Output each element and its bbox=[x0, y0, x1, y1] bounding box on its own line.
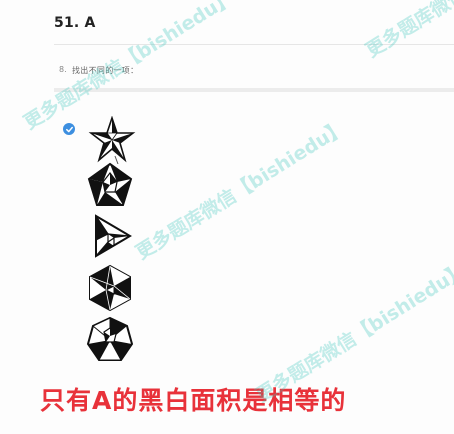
option-e[interactable] bbox=[84, 316, 136, 364]
option-c[interactable] bbox=[84, 212, 136, 260]
option-d[interactable] bbox=[84, 264, 136, 312]
question-text: 找出不同的一项： bbox=[72, 66, 139, 75]
question-number: 8. bbox=[59, 65, 67, 74]
watermark: 更多题库微信【bishiedu】 bbox=[360, 0, 454, 63]
heptagon-figure-icon bbox=[86, 316, 134, 361]
watermark: 更多题库微信【bishiedu】 bbox=[132, 116, 351, 265]
hexagon-figure-icon bbox=[89, 264, 131, 312]
answer-heading: 51. A bbox=[54, 15, 96, 31]
answer-page: 51. A 8. 找出不同的一项： 只有A的黑白面积是相等的 更多题库微信【bi… bbox=[0, 0, 454, 434]
star-pentagon-figure-icon bbox=[87, 162, 133, 206]
triangle-figure-icon bbox=[95, 214, 132, 258]
option-b[interactable] bbox=[84, 161, 136, 209]
star-figure-icon bbox=[88, 116, 136, 164]
explanation-caption: 只有A的黑白面积是相等的 bbox=[40, 386, 347, 415]
divider bbox=[54, 88, 454, 92]
checkmark-icon[interactable] bbox=[63, 123, 75, 135]
divider bbox=[54, 44, 454, 45]
option-a[interactable] bbox=[84, 116, 136, 164]
